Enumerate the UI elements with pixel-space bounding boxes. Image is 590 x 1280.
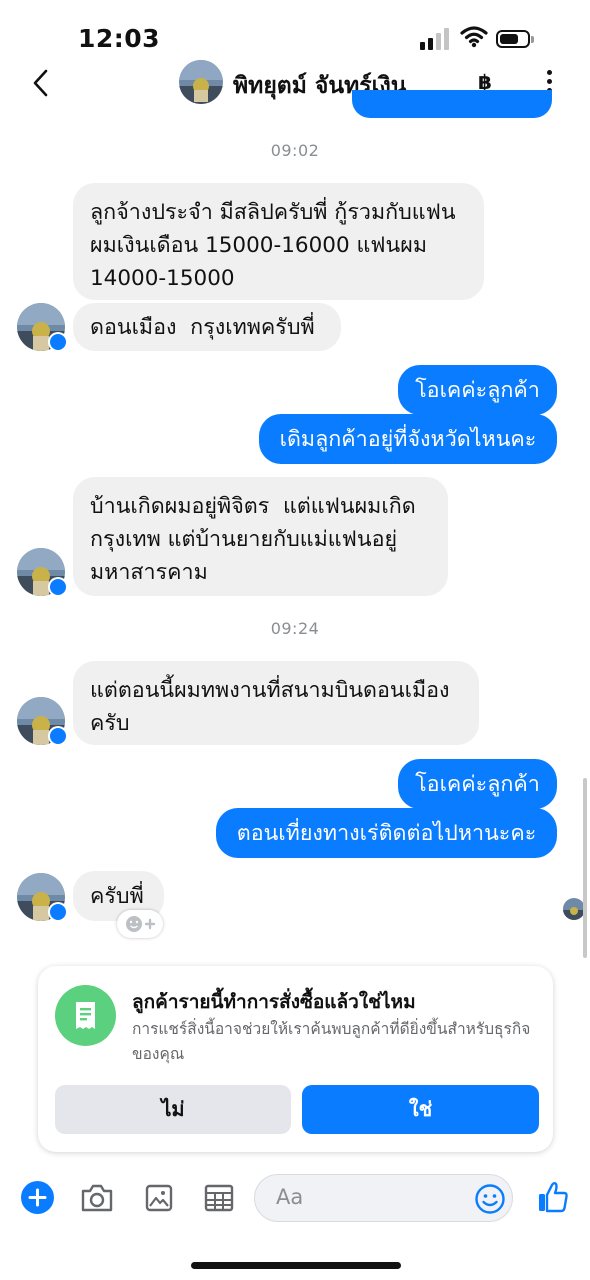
messenger-badge-icon: [48, 332, 68, 352]
messenger-badge-icon: [48, 726, 68, 746]
battery-icon: [496, 30, 534, 48]
previous-message-bubble: [352, 90, 552, 118]
no-button[interactable]: ไม่: [55, 1085, 291, 1134]
thumbs-up-icon[interactable]: [537, 1180, 569, 1214]
timestamp: 09:02: [270, 141, 320, 160]
back-chevron-icon[interactable]: [26, 66, 56, 100]
add-plus-icon[interactable]: [21, 1181, 54, 1214]
scrollbar[interactable]: [583, 778, 587, 958]
status-time: 12:03: [78, 24, 161, 53]
cellular-signal-icon: [420, 28, 449, 50]
gallery-icon[interactable]: [145, 1184, 173, 1212]
sender-avatar[interactable]: [17, 548, 68, 597]
messenger-badge-icon: [48, 902, 68, 922]
home-indicator[interactable]: [191, 1262, 401, 1269]
outgoing-message[interactable]: เดิมลูกค้าอยู่ที่จังหวัดไหนคะ: [259, 414, 557, 464]
timestamp: 09:24: [270, 619, 320, 638]
camera-icon[interactable]: [80, 1183, 114, 1213]
outgoing-message[interactable]: โอเคค่ะลูกค้า: [398, 365, 557, 415]
outgoing-message[interactable]: ตอนเที่ยงทางเร่ติดต่อไปหานะคะ: [216, 808, 557, 858]
add-reaction-icon[interactable]: [117, 910, 163, 938]
incoming-message[interactable]: แต่ตอนนี้ผมทพงานที่สนามบินดอนเมือง ครับ: [73, 661, 479, 745]
seen-receipt-avatar: [563, 898, 585, 920]
incoming-message[interactable]: ดอนเมือง กรุงเทพครับพี่: [73, 303, 341, 351]
emoji-icon[interactable]: [474, 1183, 506, 1215]
outgoing-message[interactable]: โอเคค่ะลูกค้า: [398, 759, 557, 809]
sender-avatar[interactable]: [17, 303, 68, 352]
sender-avatar[interactable]: [17, 873, 68, 922]
contact-avatar[interactable]: [179, 60, 223, 104]
yes-button[interactable]: ใช่: [302, 1085, 539, 1134]
order-prompt-description: การแชร์สิ่งนี้อาจช่วยให้เราค้นพบลูกค้าที…: [132, 1020, 531, 1063]
order-prompt-title: ลูกค้ารายนี้ทำการสั่งซื้อแล้วใช่ไหม: [132, 991, 416, 1013]
incoming-message[interactable]: บ้านเกิดผมอยู่พิจิตร แต่แฟนผมเกิด กรุงเท…: [73, 477, 448, 596]
message-input-placeholder: Aa: [276, 1185, 304, 1209]
messenger-badge-icon: [48, 577, 68, 597]
incoming-message[interactable]: ลูกจ้างประจำ มีสลิปครับพี่ กู้รวมกับแฟน …: [73, 183, 484, 300]
wifi-icon: [460, 26, 488, 48]
receipt-icon: [55, 985, 116, 1046]
sender-avatar[interactable]: [17, 697, 68, 746]
table-icon[interactable]: [204, 1184, 234, 1212]
